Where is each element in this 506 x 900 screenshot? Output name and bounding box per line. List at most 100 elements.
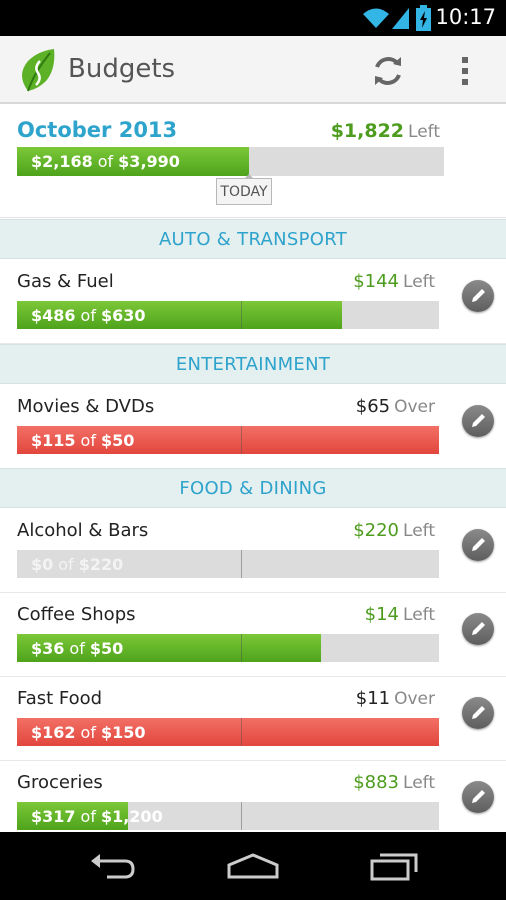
pencil-icon: [472, 790, 485, 803]
recent-apps-button[interactable]: [366, 848, 422, 884]
today-tick: [241, 550, 242, 578]
home-button[interactable]: [225, 848, 281, 884]
category-header-entertainment: ENTERTAINMENT: [0, 344, 506, 384]
edit-budget-button[interactable]: [462, 529, 494, 561]
budget-progress-label: $162 of $150: [31, 718, 145, 746]
budget-name: Gas & Fuel: [17, 271, 114, 292]
refresh-icon: [375, 57, 401, 85]
status-bar: 10:17: [0, 0, 506, 36]
budget-remaining: $144 Left: [353, 271, 435, 292]
budget-progress-bar: $115 of $50: [17, 426, 439, 454]
budget-total: $630: [100, 305, 146, 325]
budget-of: of: [58, 554, 74, 574]
budget-total: $50: [89, 638, 124, 658]
budget-progress-label: $317 of $1,200: [31, 802, 163, 830]
budget-progress-bar: $36 of $50: [17, 634, 439, 662]
pencil-icon: [472, 289, 485, 302]
budget-amount: $14: [364, 604, 400, 625]
summary-remaining-label: Left: [408, 122, 440, 142]
budget-remaining: $14 Left: [365, 604, 435, 625]
refresh-button[interactable]: [368, 51, 408, 91]
overflow-menu-icon: [462, 57, 468, 85]
budget-row-fast-food[interactable]: Fast Food $11 Over $162 of $150: [0, 677, 506, 761]
budget-status: Over: [394, 397, 435, 417]
budget-status: Left: [403, 773, 435, 793]
budget-spent: $317: [31, 806, 76, 826]
budget-of: of: [69, 638, 85, 658]
summary-progress-bar: $2,168 of $3,990: [17, 147, 444, 176]
budget-row-alcohol-bars[interactable]: Alcohol & Bars $220 Left $0 of $220: [0, 509, 506, 593]
today-tick: [241, 802, 242, 830]
budget-total: $220: [78, 554, 124, 574]
edit-budget-button[interactable]: [462, 405, 494, 437]
budget-remaining: $883 Left: [353, 772, 435, 793]
edit-budget-button[interactable]: [462, 613, 494, 645]
summary-remaining: $1,822 Left: [331, 120, 440, 142]
budget-spent: $0: [31, 554, 54, 574]
edit-budget-button[interactable]: [462, 280, 494, 312]
summary-remaining-amount: $1,822: [330, 120, 405, 142]
system-nav-bar: [0, 832, 506, 900]
budget-name: Alcohol & Bars: [17, 520, 149, 541]
budget-progress-label: $36 of $50: [31, 634, 123, 662]
back-button[interactable]: [84, 848, 140, 884]
pencil-icon: [472, 706, 485, 719]
budget-name: Movies & DVDs: [17, 396, 155, 417]
budget-row-coffee-shops[interactable]: Coffee Shops $14 Left $36 of $50: [0, 593, 506, 677]
budget-remaining: $65 Over: [356, 396, 435, 417]
category-header-food-dining: FOOD & DINING: [0, 468, 506, 508]
budget-amount: $65: [355, 396, 391, 417]
budget-name: Fast Food: [17, 688, 103, 709]
budget-of: of: [80, 430, 96, 450]
summary-budget: $3,990: [118, 152, 180, 171]
pencil-icon: [472, 414, 485, 427]
budget-status: Left: [403, 605, 435, 625]
summary-progress-label: $2,168 of $3,990: [31, 147, 180, 176]
budget-spent: $115: [31, 430, 76, 450]
budget-status: Over: [394, 689, 435, 709]
budget-spent: $162: [31, 722, 76, 742]
budget-total: $150: [100, 722, 146, 742]
summary-of: of: [97, 152, 114, 171]
mint-leaf-logo-icon[interactable]: [20, 47, 56, 93]
edit-budget-button[interactable]: [462, 697, 494, 729]
budget-progress-label: $115 of $50: [31, 426, 134, 454]
battery-charging-icon: [416, 5, 431, 31]
page-title: Budgets: [68, 54, 176, 84]
budget-progress-bar: $317 of $1,200: [17, 802, 439, 830]
budget-status: Left: [403, 521, 435, 541]
overflow-menu-button[interactable]: [450, 51, 480, 91]
budget-progress-bar: $486 of $630: [17, 301, 439, 329]
budget-of: of: [80, 806, 96, 826]
budget-name: Groceries: [17, 772, 103, 793]
budget-progress-bar: $162 of $150: [17, 718, 439, 746]
signal-icon: [392, 8, 409, 29]
budget-total: $50: [100, 430, 135, 450]
budget-row-movies-dvds[interactable]: Movies & DVDs $65 Over $115 of $50: [0, 385, 506, 469]
budget-progress-label: $486 of $630: [31, 301, 145, 329]
budget-remaining: $11 Over: [356, 688, 435, 709]
budget-row-gas-fuel[interactable]: Gas & Fuel $144 Left $486 of $630: [0, 260, 506, 344]
today-marker: TODAY: [216, 178, 272, 205]
category-header-auto-transport: AUTO & TRANSPORT: [0, 219, 506, 259]
month-title: October 2013: [17, 118, 178, 142]
budget-amount: $11: [355, 688, 391, 709]
today-tick: [241, 301, 242, 329]
pencil-icon: [472, 538, 485, 551]
home-icon: [227, 853, 279, 879]
wifi-icon: [363, 8, 389, 28]
back-icon: [91, 854, 135, 879]
action-bar: Budgets: [0, 36, 506, 104]
monthly-summary[interactable]: October 2013 $1,822 Left $2,168 of $3,990 T…: [0, 106, 506, 218]
pencil-icon: [472, 622, 485, 635]
recent-apps-icon: [370, 853, 418, 881]
budget-amount: $220: [353, 520, 400, 541]
today-tick: [241, 718, 242, 746]
budget-progress-bar: $0 of $220: [17, 550, 439, 578]
budget-amount: $144: [353, 271, 400, 292]
status-time: 10:17: [435, 5, 496, 29]
budget-name: Coffee Shops: [17, 604, 136, 625]
summary-spent: $2,168: [31, 152, 93, 171]
edit-budget-button[interactable]: [462, 781, 494, 813]
today-tick: [241, 634, 242, 662]
